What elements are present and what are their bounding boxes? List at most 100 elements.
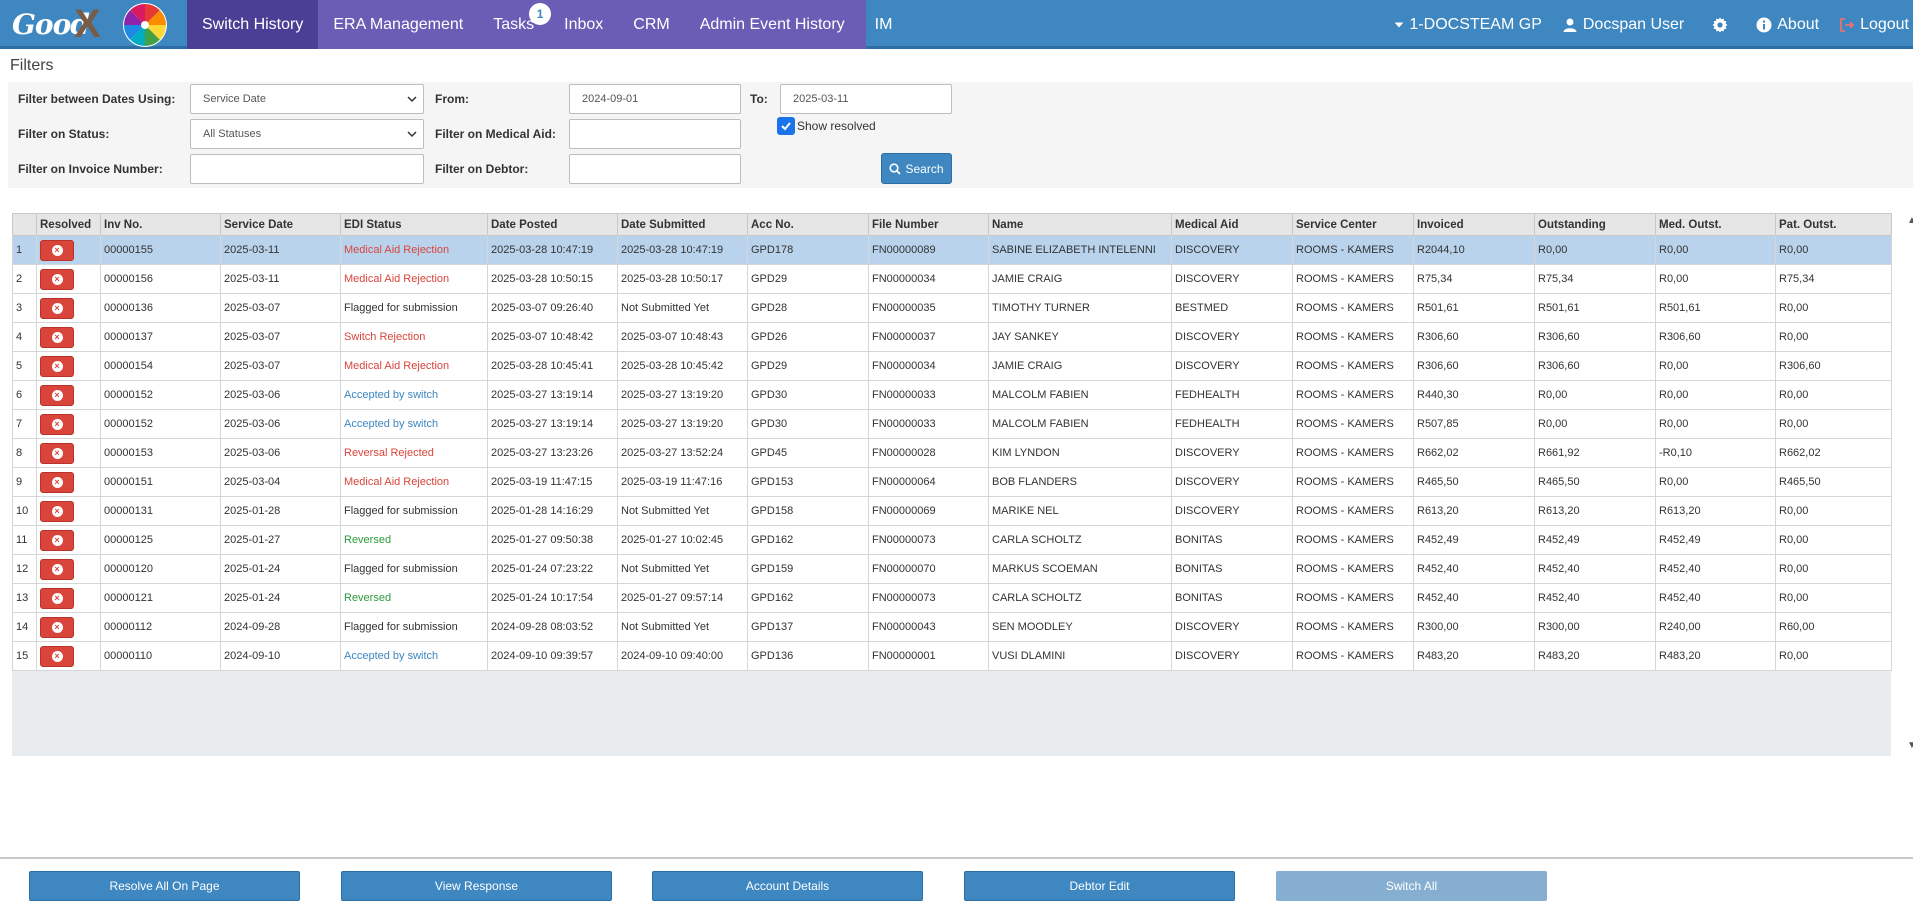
resolved-cell: ×	[36, 554, 101, 584]
view-response-button[interactable]: View Response	[341, 871, 612, 901]
cell-medaid: BONITAS	[1171, 525, 1293, 555]
about-link[interactable]: About	[1746, 16, 1829, 34]
nav-era-management[interactable]: ERA Management	[318, 0, 478, 49]
nav-switch-history[interactable]: Switch History	[187, 0, 319, 49]
table-row[interactable]: 13 × 00000121 2025-01-24 Reversed 2025-01-24 …	[12, 583, 1892, 613]
resolve-button[interactable]: ×	[40, 239, 74, 261]
nav-admin-event-history[interactable]: Admin Event History	[685, 0, 860, 49]
settings-button[interactable]	[1694, 17, 1746, 33]
resolve-button[interactable]: ×	[40, 355, 74, 377]
column-header[interactable]: Name	[988, 213, 1172, 236]
column-header[interactable]	[12, 213, 37, 236]
column-header[interactable]: Medical Aid	[1171, 213, 1293, 236]
column-header[interactable]: Resolved	[36, 213, 101, 236]
show-resolved-toggle[interactable]: Show resolved	[777, 117, 876, 135]
resolve-button[interactable]: ×	[40, 529, 74, 551]
user-menu[interactable]: Docspan User	[1552, 16, 1694, 34]
table-row[interactable]: 10 × 00000131 2025-01-28 Flagged for submiss…	[12, 496, 1892, 526]
cell-pat: R60,00	[1775, 612, 1892, 642]
column-header[interactable]: Med. Outst.	[1655, 213, 1776, 236]
resolve-all-button[interactable]: Resolve All On Page	[29, 871, 300, 901]
resolve-button[interactable]: ×	[40, 442, 74, 464]
resolve-button[interactable]: ×	[40, 268, 74, 290]
nav-label: Tasks	[493, 15, 535, 33]
resolve-button[interactable]: ×	[40, 500, 74, 522]
close-circle-icon: ×	[51, 650, 63, 662]
cell-center: ROOMS - KAMERS	[1292, 496, 1414, 526]
column-header[interactable]: Pat. Outst.	[1775, 213, 1892, 236]
column-header[interactable]: Inv No.	[100, 213, 221, 236]
cell-name: MALCOLM FABIEN	[988, 409, 1172, 439]
date-type-select[interactable]: Service Date	[190, 84, 424, 114]
table-row[interactable]: 6 × 00000152 2025-03-06 Accepted by switch 20…	[12, 380, 1892, 410]
to-date-input[interactable]: 2025-03-11	[780, 84, 952, 114]
medical-aid-input[interactable]	[569, 119, 741, 149]
debtor-edit-button[interactable]: Debtor Edit	[964, 871, 1235, 901]
cell-acc: GPD30	[747, 409, 869, 439]
resolved-cell: ×	[36, 612, 101, 642]
resolve-button[interactable]: ×	[40, 587, 74, 609]
table-row[interactable]: 5 × 00000154 2025-03-07 Medical Aid Rejectio…	[12, 351, 1892, 381]
resolve-button[interactable]: ×	[40, 471, 74, 493]
column-header[interactable]: File Number	[868, 213, 989, 236]
column-header[interactable]: Outstanding	[1534, 213, 1656, 236]
table-row[interactable]: 8 × 00000153 2025-03-06 Reversal Rejected 202…	[12, 438, 1892, 468]
resolve-button[interactable]: ×	[40, 326, 74, 348]
cell-outstanding: R0,00	[1534, 235, 1656, 265]
cell-submitted: Not Submitted Yet	[617, 293, 748, 323]
cell-posted: 2025-01-27 09:50:38	[487, 525, 618, 555]
column-header[interactable]: Service Center	[1292, 213, 1414, 236]
resolved-cell: ×	[36, 293, 101, 323]
logout-link[interactable]: Logout	[1829, 16, 1913, 34]
resolve-button[interactable]: ×	[40, 413, 74, 435]
column-header[interactable]: Acc No.	[747, 213, 869, 236]
column-header[interactable]: EDI Status	[340, 213, 488, 236]
practice-dropdown[interactable]: 1-DOCSTEAM GP	[1384, 16, 1551, 34]
tasks-count-badge: 1	[529, 3, 552, 25]
nav-crm[interactable]: CRM	[618, 0, 684, 49]
table-row[interactable]: 9 × 00000151 2025-03-04 Medical Aid Rejectio…	[12, 467, 1892, 497]
cell-posted: 2025-03-27 13:23:26	[487, 438, 618, 468]
table-row[interactable]: 1 × 00000155 2025-03-11 Medical Aid Rejectio…	[12, 235, 1892, 265]
debtor-input[interactable]	[569, 154, 741, 184]
cell-status: Medical Aid Rejection	[340, 467, 488, 497]
resolve-button[interactable]: ×	[40, 645, 74, 667]
cell-acc: GPD153	[747, 467, 869, 497]
resolve-button[interactable]: ×	[40, 297, 74, 319]
cell-name: CARLA SCHOLTZ	[988, 583, 1172, 613]
table-row[interactable]: 12 × 00000120 2025-01-24 Flagged for submiss…	[12, 554, 1892, 584]
nav-im[interactable]: IM	[860, 0, 908, 49]
status-select[interactable]: All Statuses	[190, 119, 424, 149]
close-circle-icon: ×	[51, 563, 63, 575]
row-number: 8	[12, 438, 37, 468]
column-header[interactable]: Service Date	[220, 213, 341, 236]
table-row[interactable]: 2 × 00000156 2025-03-11 Medical Aid Rejectio…	[12, 264, 1892, 294]
column-header[interactable]: Date Posted	[487, 213, 618, 236]
table-row[interactable]: 14 × 00000112 2024-09-28 Flagged for submiss…	[12, 612, 1892, 642]
table-row[interactable]: 3 × 00000136 2025-03-07 Flagged for submissi…	[12, 293, 1892, 323]
switch-all-button[interactable]: Switch All	[1276, 871, 1547, 901]
search-button[interactable]: Search	[881, 153, 952, 184]
nav-tasks[interactable]: Tasks 1	[478, 0, 552, 49]
cell-center: ROOMS - KAMERS	[1292, 293, 1414, 323]
from-date-input[interactable]: 2024-09-01	[569, 84, 741, 114]
table-row[interactable]: 4 × 00000137 2025-03-07 Switch Rejection 2025…	[12, 322, 1892, 352]
nav-inbox[interactable]: Inbox	[549, 0, 618, 49]
resolve-button[interactable]: ×	[40, 558, 74, 580]
account-details-button[interactable]: Account Details	[652, 871, 923, 901]
cell-outstanding: R501,61	[1534, 293, 1656, 323]
cell-medaid: BONITAS	[1171, 583, 1293, 613]
app-logo[interactable]: Good X	[8, 2, 176, 47]
resolved-cell: ×	[36, 351, 101, 381]
resolve-button[interactable]: ×	[40, 616, 74, 638]
resolve-button[interactable]: ×	[40, 384, 74, 406]
scroll-up-arrow[interactable]: ▲	[1906, 215, 1913, 227]
invoice-number-input[interactable]	[190, 154, 424, 184]
column-header[interactable]: Date Submitted	[617, 213, 748, 236]
table-row[interactable]: 11 × 00000125 2025-01-27 Reversed 2025-01-27 …	[12, 525, 1892, 555]
show-resolved-checkbox[interactable]	[777, 117, 795, 135]
column-header[interactable]: Invoiced	[1413, 213, 1535, 236]
scroll-down-arrow[interactable]: ▼	[1906, 740, 1913, 752]
table-row[interactable]: 15 × 00000110 2024-09-10 Accepted by switch 2…	[12, 641, 1892, 671]
table-row[interactable]: 7 × 00000152 2025-03-06 Accepted by switch 20…	[12, 409, 1892, 439]
